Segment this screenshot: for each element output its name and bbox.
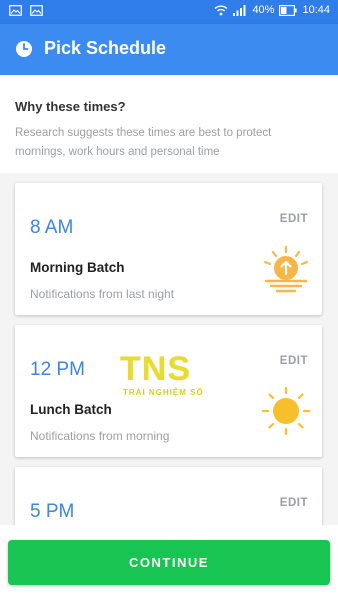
batch-name: Morning Batch — [30, 260, 125, 275]
batch-list: 8 AM EDIT Morning Batch Notifications fr… — [0, 173, 338, 525]
sunrise-icon — [263, 245, 309, 293]
battery-icon — [279, 4, 298, 16]
continue-button[interactable]: CONTINUE — [8, 540, 330, 585]
batch-time: 5 PM — [30, 501, 75, 522]
batch-description: Notifications from last night — [30, 287, 175, 301]
signal-icon — [233, 5, 246, 16]
app-bar: Pick Schedule — [0, 24, 338, 75]
battery-percentage: 40% — [252, 4, 275, 16]
schedule-content[interactable]: Why these times? Research suggests these… — [0, 75, 338, 525]
intro-heading: Why these times? — [15, 99, 126, 114]
status-bar: 40% 10:44 — [0, 0, 338, 24]
wifi-icon — [214, 5, 228, 16]
batch-time: 12 PM — [30, 359, 85, 380]
page-title: Pick Schedule — [44, 38, 167, 58]
clock-icon — [16, 41, 32, 57]
batch-card-lunch[interactable]: 12 PM EDIT Lunch Batch Notifications fro… — [15, 325, 322, 457]
batch-description: Notifications from morning — [30, 429, 170, 443]
sun-icon — [262, 387, 310, 435]
intro-description: Research suggests these times are best t… — [15, 127, 272, 158]
batch-time: 8 AM — [30, 217, 74, 238]
edit-button[interactable]: EDIT — [280, 213, 308, 225]
edit-button[interactable]: EDIT — [280, 497, 308, 509]
edit-button[interactable]: EDIT — [280, 355, 308, 367]
batch-card-morning[interactable]: 8 AM EDIT Morning Batch Notifications fr… — [15, 183, 322, 315]
batch-card-evening[interactable]: 5 PM EDIT — [15, 467, 322, 525]
footer: CONTINUE — [0, 525, 338, 600]
batch-name: Lunch Batch — [30, 402, 112, 417]
status-time: 10:44 — [302, 4, 330, 16]
image-icon — [30, 5, 43, 16]
image-icon — [9, 5, 22, 16]
